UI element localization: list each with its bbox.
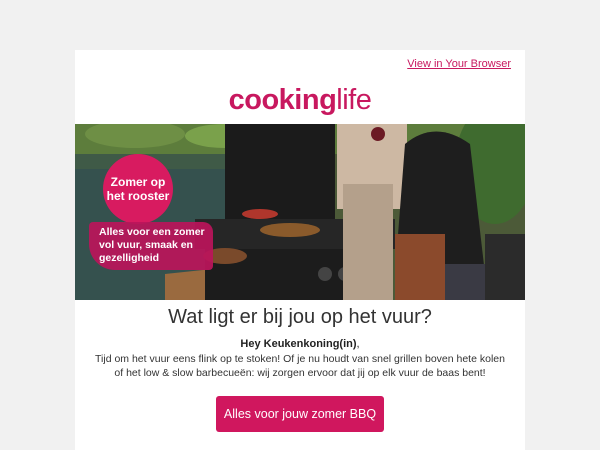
- greeting-punct: ,: [356, 338, 360, 350]
- logo-part-life: life: [336, 84, 372, 116]
- badge-tagline: Alles voor een zomer vol vuur, smaak en …: [89, 222, 213, 270]
- hero-image[interactable]: Zomer op het rooster Alles voor een zome…: [75, 124, 525, 300]
- email-card: View in Your Browser cookinglife Zomer o…: [75, 50, 525, 450]
- badge-zomer-op-het-rooster: Zomer op het rooster: [103, 154, 173, 224]
- greeting-text: Hey Keukenkoning(in): [240, 338, 357, 350]
- greeting: Hey Keukenkoning(in),: [75, 338, 525, 350]
- view-in-browser-link[interactable]: View in Your Browser: [407, 58, 511, 70]
- logo-part-cooking: cooking: [228, 84, 337, 116]
- cookinglife-logo[interactable]: cookinglife: [75, 84, 525, 116]
- cta-button[interactable]: Alles voor jouw zomer BBQ: [216, 396, 384, 432]
- body-text: Tijd om het vuur eens flink op te stoken…: [95, 353, 505, 379]
- headline: Wat ligt er bij jou op het vuur?: [168, 306, 432, 328]
